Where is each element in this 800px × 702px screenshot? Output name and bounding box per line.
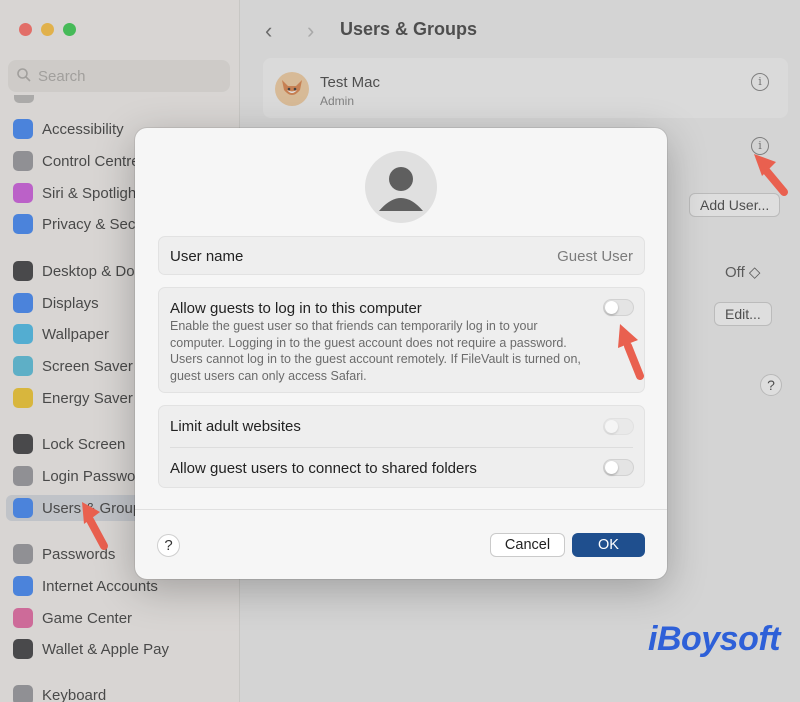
allow-guests-group: Allow guests to log in to this computer … [158, 287, 645, 393]
guest-user-dialog: User name Guest User Allow guests to log… [135, 128, 667, 579]
allow-guests-label: Allow guests to log in to this computer [170, 300, 422, 317]
limit-websites-label: Limit adult websites [170, 418, 301, 435]
limit-websites-toggle[interactable] [603, 418, 634, 435]
shared-folders-label: Allow guest users to connect to shared f… [170, 460, 477, 477]
guest-options-group: Limit adult websites Allow guest users t… [158, 405, 645, 488]
user-name-group: User name Guest User [158, 236, 645, 275]
shared-folders-toggle[interactable] [603, 459, 634, 476]
divider [135, 509, 667, 510]
cancel-button[interactable]: Cancel [490, 533, 565, 557]
guest-avatar-icon [365, 151, 437, 223]
user-name-label: User name [170, 248, 244, 265]
annotation-arrow-icon [754, 154, 788, 196]
ok-button[interactable]: OK [572, 533, 645, 557]
iboysoft-watermark-logo: iBoysoft [648, 620, 781, 658]
annotation-arrow-icon [82, 502, 108, 550]
divider [170, 447, 633, 448]
allow-guests-description: Enable the guest user so that friends ca… [170, 319, 581, 383]
user-name-value: Guest User [557, 248, 633, 265]
annotation-arrow-icon [618, 324, 644, 380]
allow-guests-toggle[interactable] [603, 299, 634, 316]
dialog-help-button[interactable]: ? [157, 534, 180, 557]
